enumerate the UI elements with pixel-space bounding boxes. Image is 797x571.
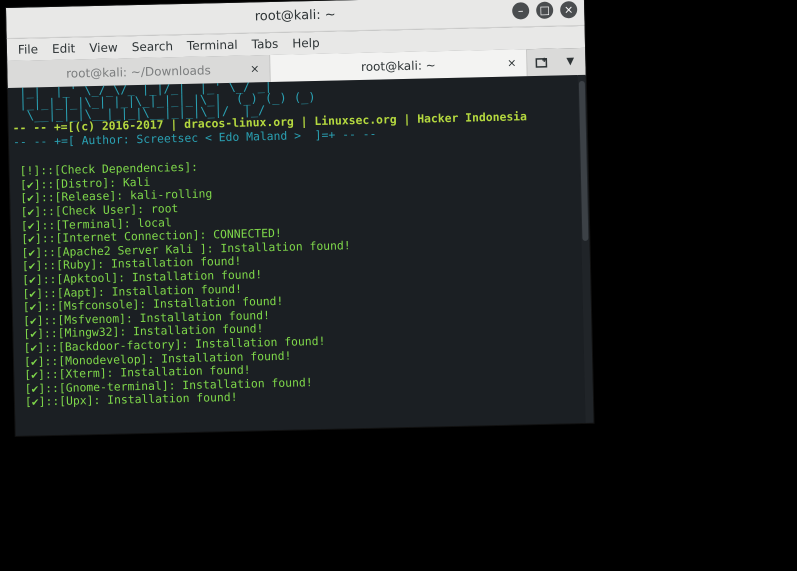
tab-label: root@kali: ~ — [360, 57, 436, 74]
new-tab-icon — [535, 57, 548, 68]
close-tab-icon[interactable]: × — [507, 56, 517, 69]
menu-view[interactable]: View — [82, 40, 125, 55]
menu-search[interactable]: Search — [125, 39, 181, 54]
menu-edit[interactable]: Edit — [45, 41, 83, 56]
menu-help[interactable]: Help — [285, 36, 327, 51]
terminal-window: root@kali: ~ – □ × File Edit View Search… — [6, 0, 594, 436]
menu-file[interactable]: File — [11, 42, 45, 57]
new-tab-button[interactable] — [527, 49, 558, 77]
menu-terminal[interactable]: Terminal — [180, 38, 245, 53]
menu-tabs[interactable]: Tabs — [245, 37, 286, 52]
scrollbar-thumb[interactable] — [578, 80, 589, 241]
window-title: root@kali: ~ — [254, 7, 336, 25]
terminal-output[interactable]: |_| |_' \_/_\/_ |_|/_| |_' \_/ _| |_|_|_… — [7, 75, 586, 436]
close-tab-icon[interactable]: × — [250, 62, 260, 75]
tabs-menu-chevron-down-icon[interactable]: ▼ — [557, 48, 584, 76]
tab-label: root@kali: ~/Downloads — [65, 62, 211, 81]
